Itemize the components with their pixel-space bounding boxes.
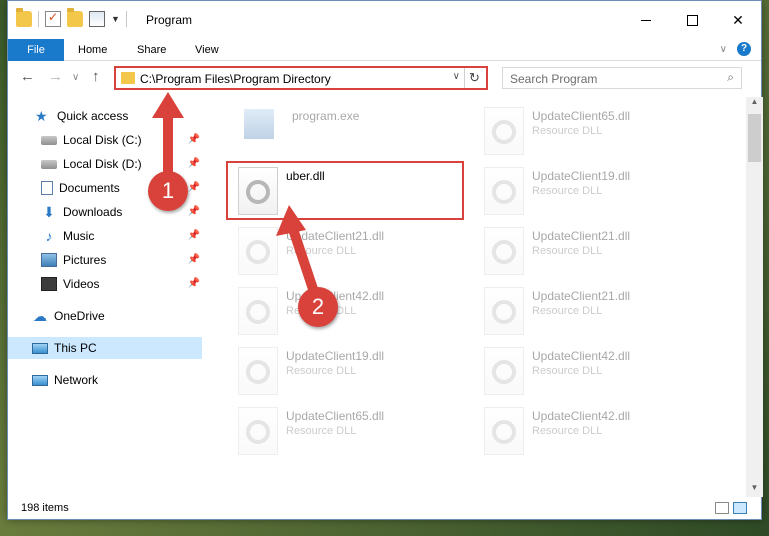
arrow-1-head	[152, 92, 184, 118]
arrow-2-head	[276, 205, 306, 236]
annotation-arrows	[152, 92, 321, 303]
step-2-badge: 2	[298, 287, 338, 327]
step-1-badge: 1	[148, 171, 188, 211]
